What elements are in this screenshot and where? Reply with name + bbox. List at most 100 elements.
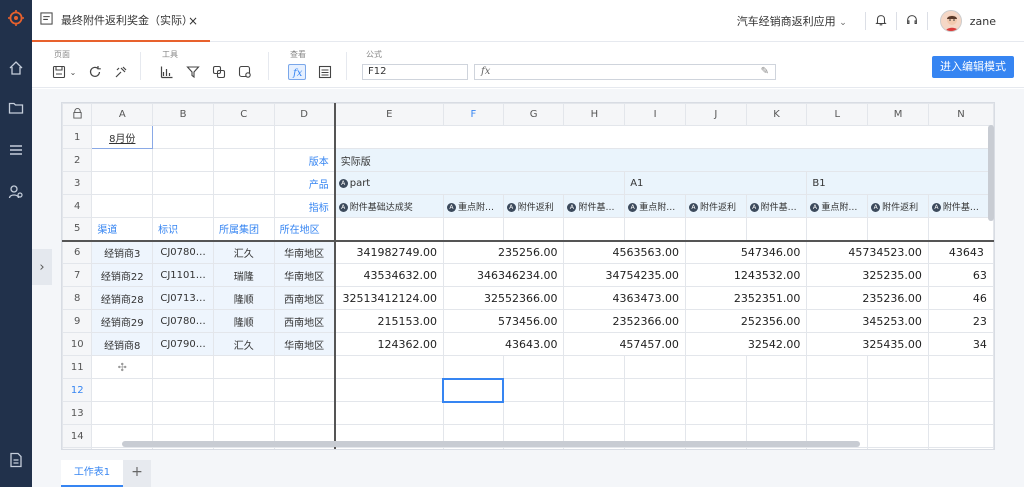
horizontal-scrollbar[interactable] (122, 441, 860, 447)
value-cell[interactable]: 346346234.00 (442, 263, 565, 287)
cell[interactable] (273, 125, 336, 149)
cell[interactable] (867, 424, 929, 448)
formula-view-icon[interactable]: fx (288, 64, 306, 80)
cell[interactable] (152, 401, 214, 425)
value-cell[interactable]: 124362.00 (334, 332, 444, 356)
cell[interactable] (684, 217, 747, 242)
column-header[interactable]: H (563, 103, 626, 126)
cell[interactable] (152, 355, 214, 379)
cell[interactable] (212, 401, 275, 425)
cell[interactable] (563, 217, 626, 242)
cell[interactable] (502, 217, 565, 242)
cell[interactable] (927, 378, 994, 402)
cell[interactable] (624, 355, 686, 379)
row-header[interactable]: 15 (62, 447, 93, 449)
pen-icon[interactable]: ✎ (761, 66, 769, 77)
cell[interactable] (806, 401, 869, 425)
dim-header-region[interactable]: 所在地区 (273, 217, 336, 242)
refresh-icon[interactable] (86, 64, 104, 80)
value-cell[interactable]: 32513412124.00 (334, 286, 444, 310)
value-cell[interactable]: 4563563.00 (563, 240, 686, 264)
column-header[interactable]: D (273, 103, 336, 126)
cell[interactable] (624, 378, 686, 402)
metric-header[interactable]: A 附件返利 (684, 194, 747, 218)
id-cell[interactable]: CJ0713… (152, 286, 214, 310)
region-cell[interactable]: 西南地区 (273, 309, 336, 333)
region-cell[interactable]: 华南地区 (273, 263, 336, 287)
id-cell[interactable]: CJ0780… (152, 240, 214, 264)
cell[interactable] (442, 217, 504, 242)
spreadsheet[interactable]: A B C D E F G H I J K L M N 1 8月份 2 版本 实… (61, 102, 995, 450)
dim-header-id[interactable]: 标识 (152, 217, 214, 242)
cell[interactable] (927, 355, 994, 379)
cell[interactable] (806, 447, 869, 449)
cell[interactable] (273, 447, 336, 449)
cell[interactable] (91, 194, 154, 218)
metric-header[interactable]: A 重点附… (442, 194, 504, 218)
value-cell[interactable]: 215153.00 (334, 309, 444, 333)
cell[interactable] (563, 355, 626, 379)
row-header[interactable]: 6 (62, 240, 93, 264)
value-cell[interactable]: 34 (927, 332, 994, 356)
formula-input[interactable]: fx ✎ (474, 64, 776, 80)
dealer-cell[interactable]: 经销商29 (91, 309, 154, 333)
group-cell[interactable]: 汇久 (212, 332, 275, 356)
app-selector[interactable]: 汽车经销商返利应用 ⌄ (737, 13, 847, 29)
dim-header-channel[interactable]: 渠道 (91, 217, 154, 242)
value-cell[interactable]: 235256.00 (442, 240, 565, 264)
cell[interactable] (442, 355, 504, 379)
headset-icon[interactable] (905, 13, 919, 30)
metric-header[interactable]: A 附件基… (563, 194, 626, 218)
cell[interactable] (442, 401, 504, 425)
cell-reference-input[interactable]: F12 (362, 64, 468, 80)
cell[interactable] (212, 125, 275, 149)
logo-icon[interactable] (0, 0, 32, 36)
row-header[interactable]: 3 (62, 171, 93, 195)
cell[interactable] (624, 401, 686, 425)
cell[interactable] (563, 447, 626, 449)
cell[interactable] (334, 378, 444, 402)
value-cell[interactable]: 32552366.00 (442, 286, 565, 310)
cell[interactable] (91, 378, 154, 402)
value-cell[interactable]: 573456.00 (442, 309, 565, 333)
version-value[interactable]: 实际版 (334, 148, 994, 172)
value-cell[interactable]: 252356.00 (684, 309, 808, 333)
cell[interactable] (502, 378, 565, 402)
cell[interactable] (684, 401, 747, 425)
cell[interactable] (927, 217, 994, 242)
cell[interactable] (684, 447, 747, 449)
sheet-tab[interactable]: 工作表1 (61, 460, 123, 487)
cell[interactable] (563, 378, 626, 402)
cell[interactable] (152, 378, 214, 402)
cell[interactable] (502, 447, 565, 449)
cell[interactable] (745, 401, 808, 425)
cell[interactable] (867, 355, 929, 379)
chart-icon[interactable] (158, 64, 176, 80)
value-cell[interactable]: 341982749.00 (334, 240, 444, 264)
list-icon[interactable] (8, 142, 24, 158)
metric-header[interactable]: A 附件返利 (502, 194, 565, 218)
region-cell[interactable]: 华南地区 (273, 332, 336, 356)
folder-icon[interactable] (8, 100, 24, 116)
column-header[interactable]: N (927, 103, 994, 126)
metric-header[interactable]: A 附件返利 (867, 194, 929, 218)
cell[interactable] (212, 355, 275, 379)
avatar[interactable] (939, 10, 962, 32)
column-header[interactable]: G (502, 103, 565, 126)
value-cell[interactable]: 45734523.00 (806, 240, 929, 264)
column-header[interactable]: A (91, 103, 154, 126)
dealer-cell[interactable]: 经销商3 (91, 240, 154, 264)
settings-icon[interactable] (236, 64, 254, 80)
row-header[interactable]: 12 (62, 378, 93, 402)
group-icon[interactable] (210, 64, 228, 80)
cell[interactable] (684, 355, 747, 379)
value-cell[interactable]: 235236.00 (806, 286, 929, 310)
add-sheet-button[interactable]: + (123, 460, 151, 487)
product-header-part[interactable]: Apart (334, 171, 626, 195)
region-cell[interactable]: 华南地区 (273, 240, 336, 264)
cell[interactable] (442, 447, 504, 449)
cell[interactable] (927, 424, 994, 448)
column-header[interactable]: E (334, 103, 444, 126)
cell[interactable] (152, 447, 214, 449)
cell[interactable] (867, 401, 929, 425)
